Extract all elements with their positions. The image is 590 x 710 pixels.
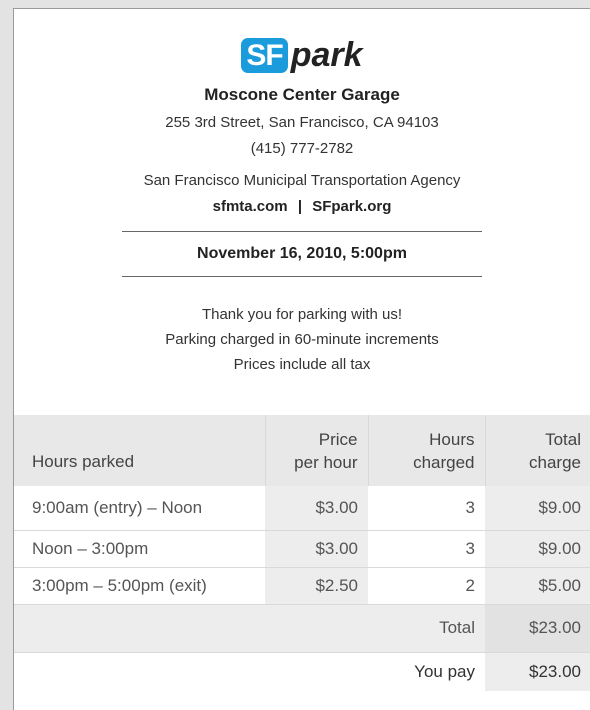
header-price-line2: per hour <box>294 452 358 472</box>
row-charge: $9.00 <box>485 530 590 568</box>
total-value: $23.00 <box>485 604 590 653</box>
sfpark-link[interactable]: SFpark.org <box>312 198 391 215</box>
tax-note: Prices include all tax <box>233 356 371 373</box>
total-label: Total <box>14 604 485 653</box>
agency-links: sfmta.com | SFpark.org <box>14 198 590 215</box>
receipt-datetime: November 16, 2010, 5:00pm <box>122 231 482 277</box>
thank-you-note: Thank you for parking with us! <box>201 306 403 323</box>
agency-name: San Francisco Municipal Transportation A… <box>143 172 461 189</box>
row-price: $3.00 <box>265 486 368 531</box>
charges-table: Hours parked Price per hour Hours charge… <box>14 415 590 691</box>
row-period: Noon – 3:00pm <box>14 530 265 568</box>
table-row: Noon – 3:00pm $3.00 3 $9.00 <box>14 530 590 568</box>
you-pay-label: You pay <box>14 652 485 691</box>
row-hours: 3 <box>368 486 485 531</box>
receipt-header: SF park Moscone Center Garage 255 3rd St… <box>14 35 590 377</box>
table-row: 9:00am (entry) – Noon $3.00 3 $9.00 <box>14 486 590 531</box>
logo-park-text: park <box>290 36 363 74</box>
header-hours-line2: charged <box>413 452 475 472</box>
table-row: 3:00pm – 5:00pm (exit) $2.50 2 $5.00 <box>14 567 590 605</box>
header-total-line1: Total <box>545 429 581 449</box>
header-hours-parked: Hours parked <box>14 415 265 486</box>
total-row: Total $23.00 <box>14 604 590 653</box>
garage-phone: (415) 777-2782 <box>250 140 354 157</box>
garage-address: 255 3rd Street, San Francisco, CA 94103 <box>165 114 439 131</box>
increment-note: Parking charged in 60-minute increments <box>165 331 439 348</box>
table-header-row: Hours parked Price per hour Hours charge… <box>14 415 590 486</box>
sfpark-logo: SF park <box>14 35 590 75</box>
you-pay-value: $23.00 <box>485 652 590 691</box>
header-hours-line1: Hours <box>429 429 475 449</box>
row-period: 9:00am (entry) – Noon <box>14 486 265 531</box>
header-hours-charged: Hours charged <box>367 415 485 486</box>
receipt-notes: Thank you for parking with us! Parking c… <box>14 302 590 377</box>
row-period: 3:00pm – 5:00pm (exit) <box>14 567 265 605</box>
garage-name: Moscone Center Garage <box>204 85 400 104</box>
row-charge: $5.00 <box>485 567 590 605</box>
header-price-per-hour: Price per hour <box>264 415 368 486</box>
header-price-line1: Price <box>318 429 358 449</box>
header-total-line2: charge <box>529 452 581 472</box>
logo-sf-badge: SF <box>241 37 288 73</box>
you-pay-row: You pay $23.00 <box>14 652 590 691</box>
row-charge: $9.00 <box>485 486 590 531</box>
parking-receipt: SF park Moscone Center Garage 255 3rd St… <box>13 8 590 710</box>
link-separator: | <box>297 198 303 215</box>
sfmta-link[interactable]: sfmta.com <box>213 198 288 215</box>
row-hours: 2 <box>368 567 485 605</box>
row-price: $3.00 <box>265 530 368 568</box>
row-price: $2.50 <box>265 567 368 605</box>
row-hours: 3 <box>368 530 485 568</box>
header-total-charge: Total charge <box>484 415 590 486</box>
